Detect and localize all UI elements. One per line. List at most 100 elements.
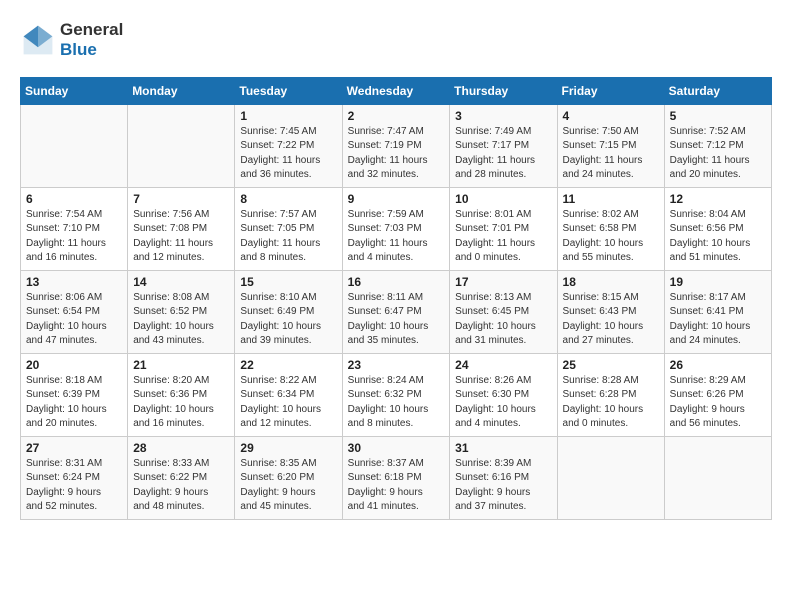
week-row-3: 13Sunrise: 8:06 AM Sunset: 6:54 PM Dayli… bbox=[21, 270, 772, 353]
calendar-cell: 11Sunrise: 8:02 AM Sunset: 6:58 PM Dayli… bbox=[557, 187, 664, 270]
calendar-cell: 9 Sunrise: 7:59 AM Sunset: 7:03 PM Daylig… bbox=[342, 187, 450, 270]
calendar-cell: 20 Sunrise: 8:18 AM Sunset: 6:39 PM Dayli… bbox=[21, 353, 128, 436]
day-info: Sunrise: 8:15 AM Sunset: 6:43 PM Dayligh… bbox=[563, 291, 659, 349]
day-number: 24 bbox=[455, 358, 551, 372]
logo: General Blue bbox=[20, 20, 123, 61]
day-number: 23 bbox=[348, 358, 445, 372]
calendar-cell: 31 Sunrise: 8:39 AM Sunset: 6:16 PM Dayli… bbox=[450, 436, 557, 519]
day-number: 10 bbox=[455, 192, 551, 206]
calendar-cell: 10 Sunrise: 8:01 AM Sunset: 7:01 PM Dayli… bbox=[450, 187, 557, 270]
day-number: 7 bbox=[133, 192, 229, 206]
day-info: Sunrise: 8:35 AM Sunset: 6:20 PM Dayligh… bbox=[240, 457, 336, 515]
calendar-cell: 24 Sunrise: 8:26 AM Sunset: 6:30 PM Dayli… bbox=[450, 353, 557, 436]
day-info: Sunrise: 8:08 AM Sunset: 6:52 PM Dayligh… bbox=[133, 291, 229, 349]
calendar-cell: 1 Sunrise: 7:45 AM Sunset: 7:22 PM Daylig… bbox=[235, 104, 342, 187]
day-number: 14 bbox=[133, 275, 229, 289]
calendar-cell bbox=[21, 104, 128, 187]
calendar-cell: 25Sunrise: 8:28 AM Sunset: 6:28 PM Dayli… bbox=[557, 353, 664, 436]
calendar-cell: 5 Sunrise: 7:52 AM Sunset: 7:12 PM Daylig… bbox=[664, 104, 771, 187]
day-number: 8 bbox=[240, 192, 336, 206]
day-number: 9 bbox=[348, 192, 445, 206]
day-number: 16 bbox=[348, 275, 445, 289]
day-number: 2 bbox=[348, 109, 445, 123]
day-info: Sunrise: 8:02 AM Sunset: 6:58 PM Dayligh… bbox=[563, 208, 659, 266]
calendar-cell: 21 Sunrise: 8:20 AM Sunset: 6:36 PM Dayli… bbox=[128, 353, 235, 436]
day-number: 20 bbox=[26, 358, 122, 372]
week-row-4: 20 Sunrise: 8:18 AM Sunset: 6:39 PM Dayli… bbox=[21, 353, 772, 436]
col-header-sunday: Sunday bbox=[21, 77, 128, 104]
calendar-cell: 8 Sunrise: 7:57 AM Sunset: 7:05 PM Daylig… bbox=[235, 187, 342, 270]
week-row-2: 6Sunrise: 7:54 AM Sunset: 7:10 PM Daylig… bbox=[21, 187, 772, 270]
calendar-cell: 19Sunrise: 8:17 AM Sunset: 6:41 PM Dayli… bbox=[664, 270, 771, 353]
calendar-cell: 28 Sunrise: 8:33 AM Sunset: 6:22 PM Dayli… bbox=[128, 436, 235, 519]
day-number: 3 bbox=[455, 109, 551, 123]
day-info: Sunrise: 7:56 AM Sunset: 7:08 PM Dayligh… bbox=[133, 208, 229, 266]
day-info: Sunrise: 7:45 AM Sunset: 7:22 PM Dayligh… bbox=[240, 125, 336, 183]
day-number: 6 bbox=[26, 192, 122, 206]
day-number: 29 bbox=[240, 441, 336, 455]
day-info: Sunrise: 7:59 AM Sunset: 7:03 PM Dayligh… bbox=[348, 208, 445, 266]
logo-icon bbox=[20, 22, 56, 58]
day-info: Sunrise: 8:31 AM Sunset: 6:24 PM Dayligh… bbox=[26, 457, 122, 515]
day-info: Sunrise: 8:13 AM Sunset: 6:45 PM Dayligh… bbox=[455, 291, 551, 349]
calendar-cell: 12 Sunrise: 8:04 AM Sunset: 6:56 PM Dayli… bbox=[664, 187, 771, 270]
col-header-wednesday: Wednesday bbox=[342, 77, 450, 104]
calendar-cell: 16Sunrise: 8:11 AM Sunset: 6:47 PM Dayli… bbox=[342, 270, 450, 353]
day-info: Sunrise: 8:26 AM Sunset: 6:30 PM Dayligh… bbox=[455, 374, 551, 432]
day-number: 26 bbox=[670, 358, 766, 372]
calendar-cell bbox=[557, 436, 664, 519]
day-number: 19 bbox=[670, 275, 766, 289]
day-number: 28 bbox=[133, 441, 229, 455]
day-info: Sunrise: 8:22 AM Sunset: 6:34 PM Dayligh… bbox=[240, 374, 336, 432]
day-info: Sunrise: 8:24 AM Sunset: 6:32 PM Dayligh… bbox=[348, 374, 445, 432]
day-info: Sunrise: 8:28 AM Sunset: 6:28 PM Dayligh… bbox=[563, 374, 659, 432]
day-info: Sunrise: 8:04 AM Sunset: 6:56 PM Dayligh… bbox=[670, 208, 766, 266]
day-info: Sunrise: 8:10 AM Sunset: 6:49 PM Dayligh… bbox=[240, 291, 336, 349]
day-info: Sunrise: 7:57 AM Sunset: 7:05 PM Dayligh… bbox=[240, 208, 336, 266]
day-info: Sunrise: 8:37 AM Sunset: 6:18 PM Dayligh… bbox=[348, 457, 445, 515]
calendar-cell: 14 Sunrise: 8:08 AM Sunset: 6:52 PM Dayli… bbox=[128, 270, 235, 353]
calendar-cell: 29 Sunrise: 8:35 AM Sunset: 6:20 PM Dayli… bbox=[235, 436, 342, 519]
calendar-cell: 2Sunrise: 7:47 AM Sunset: 7:19 PM Daylig… bbox=[342, 104, 450, 187]
calendar-cell: 18Sunrise: 8:15 AM Sunset: 6:43 PM Dayli… bbox=[557, 270, 664, 353]
calendar-table: SundayMondayTuesdayWednesdayThursdayFrid… bbox=[20, 77, 772, 520]
day-number: 12 bbox=[670, 192, 766, 206]
logo-general: General bbox=[60, 20, 123, 39]
calendar-cell: 17 Sunrise: 8:13 AM Sunset: 6:45 PM Dayli… bbox=[450, 270, 557, 353]
day-number: 31 bbox=[455, 441, 551, 455]
day-info: Sunrise: 8:39 AM Sunset: 6:16 PM Dayligh… bbox=[455, 457, 551, 515]
calendar-cell: 15 Sunrise: 8:10 AM Sunset: 6:49 PM Dayli… bbox=[235, 270, 342, 353]
calendar-cell: 22Sunrise: 8:22 AM Sunset: 6:34 PM Dayli… bbox=[235, 353, 342, 436]
day-info: Sunrise: 8:20 AM Sunset: 6:36 PM Dayligh… bbox=[133, 374, 229, 432]
day-info: Sunrise: 8:18 AM Sunset: 6:39 PM Dayligh… bbox=[26, 374, 122, 432]
calendar-cell: 27Sunrise: 8:31 AM Sunset: 6:24 PM Dayli… bbox=[21, 436, 128, 519]
calendar-cell: 26 Sunrise: 8:29 AM Sunset: 6:26 PM Dayli… bbox=[664, 353, 771, 436]
day-info: Sunrise: 8:29 AM Sunset: 6:26 PM Dayligh… bbox=[670, 374, 766, 432]
calendar-cell: 7 Sunrise: 7:56 AM Sunset: 7:08 PM Daylig… bbox=[128, 187, 235, 270]
day-number: 17 bbox=[455, 275, 551, 289]
day-number: 21 bbox=[133, 358, 229, 372]
week-row-1: 1 Sunrise: 7:45 AM Sunset: 7:22 PM Daylig… bbox=[21, 104, 772, 187]
col-header-tuesday: Tuesday bbox=[235, 77, 342, 104]
day-info: Sunrise: 7:52 AM Sunset: 7:12 PM Dayligh… bbox=[670, 125, 766, 183]
logo-blue: Blue bbox=[60, 40, 97, 59]
day-info: Sunrise: 8:33 AM Sunset: 6:22 PM Dayligh… bbox=[133, 457, 229, 515]
day-info: Sunrise: 7:50 AM Sunset: 7:15 PM Dayligh… bbox=[563, 125, 659, 183]
calendar-cell bbox=[128, 104, 235, 187]
day-number: 5 bbox=[670, 109, 766, 123]
calendar-cell: 6Sunrise: 7:54 AM Sunset: 7:10 PM Daylig… bbox=[21, 187, 128, 270]
col-header-friday: Friday bbox=[557, 77, 664, 104]
day-number: 15 bbox=[240, 275, 336, 289]
week-row-5: 27Sunrise: 8:31 AM Sunset: 6:24 PM Dayli… bbox=[21, 436, 772, 519]
header-row: SundayMondayTuesdayWednesdayThursdayFrid… bbox=[21, 77, 772, 104]
calendar-cell: 30 Sunrise: 8:37 AM Sunset: 6:18 PM Dayli… bbox=[342, 436, 450, 519]
calendar-cell: 23 Sunrise: 8:24 AM Sunset: 6:32 PM Dayli… bbox=[342, 353, 450, 436]
calendar-cell: 13Sunrise: 8:06 AM Sunset: 6:54 PM Dayli… bbox=[21, 270, 128, 353]
col-header-monday: Monday bbox=[128, 77, 235, 104]
day-number: 30 bbox=[348, 441, 445, 455]
page-header: General Blue bbox=[20, 20, 772, 61]
day-number: 1 bbox=[240, 109, 336, 123]
logo-text: General bbox=[60, 20, 123, 40]
calendar-cell bbox=[664, 436, 771, 519]
day-info: Sunrise: 8:01 AM Sunset: 7:01 PM Dayligh… bbox=[455, 208, 551, 266]
